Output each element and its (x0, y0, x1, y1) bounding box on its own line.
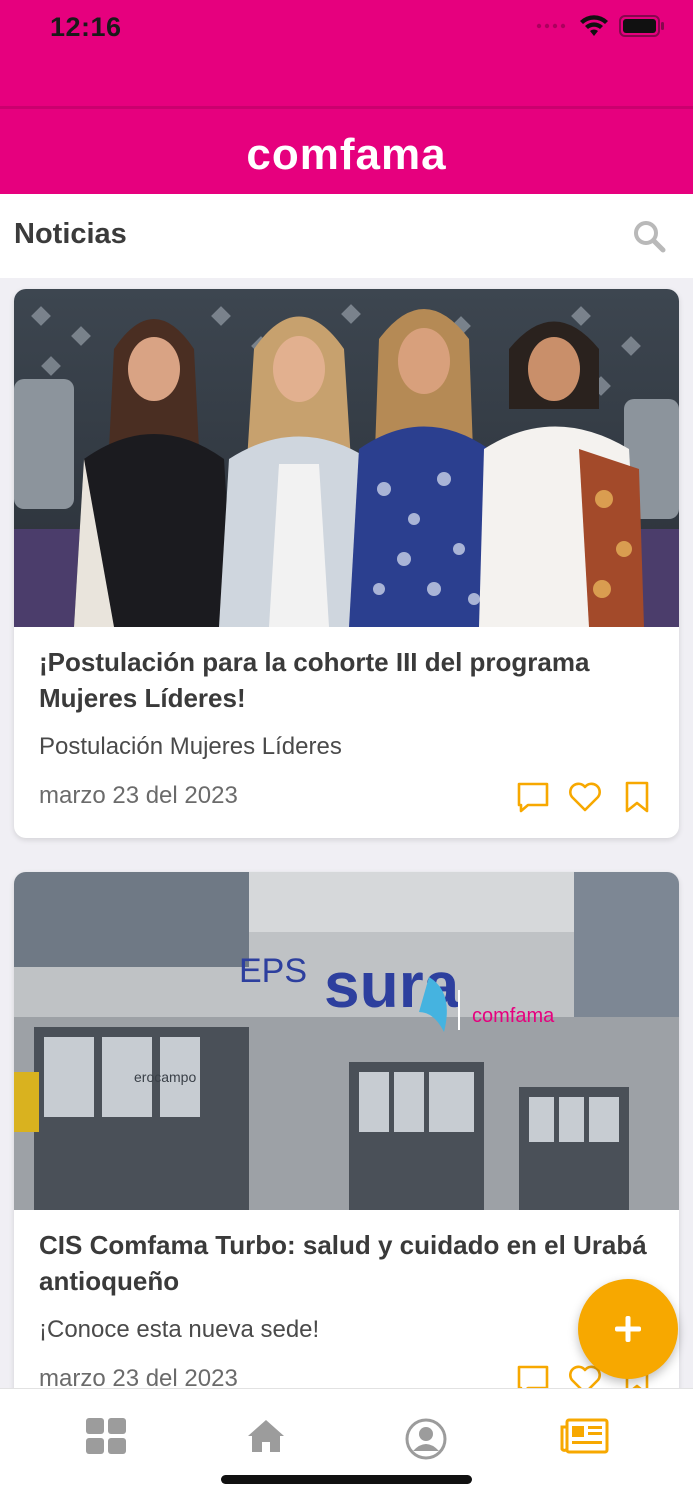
tab-home[interactable] (236, 1417, 296, 1461)
add-fab-button[interactable] (578, 1279, 678, 1379)
comfama-logo: comfama (246, 130, 447, 179)
profile-icon (405, 1418, 447, 1460)
plus-icon (615, 1316, 641, 1342)
news-image-cis-turbo[interactable]: EPS sura comfama erocampo (14, 872, 679, 1210)
bookmark-icon[interactable] (619, 779, 655, 815)
sign-comfama: comfama (472, 1005, 555, 1027)
news-card[interactable]: ¡Postulación para la cohorte III del pro… (14, 289, 679, 838)
status-time: 12:16 (50, 12, 122, 42)
news-date: marzo 23 del 2023 (39, 782, 238, 809)
tab-profile[interactable] (396, 1417, 456, 1461)
news-date: marzo 23 del 2023 (39, 1365, 238, 1388)
signal-icon (536, 23, 566, 29)
battery-icon (619, 15, 664, 37)
home-icon (248, 1420, 284, 1452)
news-actions (515, 779, 655, 815)
status-bar: 12:16 (0, 0, 693, 60)
newspaper-icon (560, 1418, 609, 1454)
search-button[interactable] (631, 218, 667, 254)
grid-icon (86, 1418, 126, 1454)
wifi-icon (580, 15, 608, 36)
tab-news[interactable] (555, 1417, 615, 1461)
comment-icon[interactable] (515, 779, 551, 815)
news-card[interactable]: EPS sura comfama erocampo CIS Comfama Tu… (14, 872, 679, 1388)
news-title[interactable]: CIS Comfama Turbo: salud y cuidado en el… (39, 1227, 659, 1299)
status-icons (535, 14, 665, 38)
news-subtitle: ¡Conoce esta nueva sede! (39, 1316, 320, 1343)
home-indicator (221, 1475, 472, 1484)
sign-eps: EPS (239, 952, 307, 990)
tab-menu[interactable] (76, 1417, 136, 1461)
news-feed[interactable]: ¡Postulación para la cohorte III del pro… (0, 278, 693, 1388)
news-subtitle: Postulación Mujeres Líderes (39, 733, 342, 760)
title-bar: Noticias (0, 194, 693, 278)
news-title[interactable]: ¡Postulación para la cohorte III del pro… (39, 644, 659, 716)
news-image-women-leaders[interactable] (14, 289, 679, 627)
sign-store: erocampo (134, 1069, 196, 1085)
search-icon (634, 221, 666, 253)
page-title: Noticias (14, 218, 127, 250)
heart-icon[interactable] (567, 779, 603, 815)
header-divider (0, 106, 693, 109)
comment-icon[interactable] (515, 1362, 551, 1388)
app-header: 12:16 comfama (0, 0, 693, 194)
